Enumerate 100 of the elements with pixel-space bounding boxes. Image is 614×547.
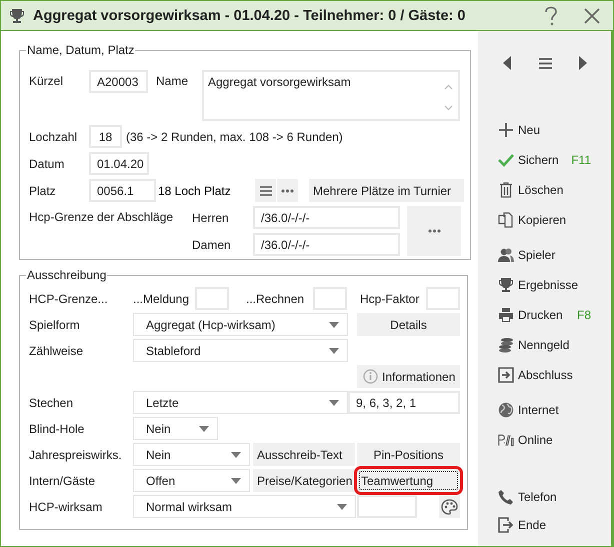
field-label: Hcp-Grenze der Abschläge xyxy=(29,210,174,224)
caret-icon xyxy=(231,478,241,484)
check-icon[interactable] xyxy=(498,152,514,168)
field-label: ...Rechnen xyxy=(246,292,306,306)
sidebar-item[interactable]: Sichern xyxy=(518,153,559,167)
dropdown-value: Aggregat (Hcp-wirksam) xyxy=(145,318,276,332)
input-field[interactable]: 9, 6, 3, 2, 1 xyxy=(348,391,460,414)
course-name: 18 Loch Platz xyxy=(158,184,232,198)
sidebar-item[interactable]: Ergebnisse xyxy=(518,278,578,292)
palette-button[interactable] xyxy=(439,495,460,518)
trophy-icon[interactable] xyxy=(498,277,514,293)
dropdown[interactable]: Normal wirksam xyxy=(133,495,356,518)
dropdown[interactable]: Aggregat (Hcp-wirksam) xyxy=(133,313,348,336)
copy-icon[interactable] xyxy=(498,212,514,228)
menu-button[interactable] xyxy=(255,179,276,202)
dropdown-value: Nein xyxy=(145,448,172,462)
slashes-icon[interactable] xyxy=(498,432,514,448)
more-button[interactable] xyxy=(277,179,298,202)
field-label: Datum xyxy=(29,156,66,170)
left-arrow-icon[interactable] xyxy=(503,56,511,70)
caret-icon xyxy=(199,426,209,432)
field-label: Platz xyxy=(29,184,57,198)
sidebar-item[interactable]: Internet xyxy=(518,403,559,417)
sidebar-item[interactable]: Telefon xyxy=(518,490,557,504)
sidebar-item[interactable]: Online xyxy=(518,433,553,447)
field-label: Zählweise xyxy=(29,344,84,358)
details-button[interactable]: Details xyxy=(357,313,460,336)
action-button[interactable]: Pin-Positions xyxy=(357,443,460,466)
field-label: Herren xyxy=(192,210,230,224)
input-field[interactable]: 0056.1 xyxy=(89,179,156,202)
info-icon xyxy=(363,369,378,384)
menu-icon[interactable] xyxy=(538,58,552,68)
sidebar-item[interactable]: Abschluss xyxy=(518,368,573,382)
phone-icon[interactable] xyxy=(498,489,514,505)
caret-icon xyxy=(329,322,339,328)
sidebar-item[interactable]: Drucken xyxy=(518,308,563,322)
people-icon[interactable] xyxy=(498,247,514,263)
input-field[interactable]: 18 xyxy=(89,125,122,148)
arrow-box-icon[interactable] xyxy=(498,367,514,383)
field-label: Lochzahl xyxy=(29,130,78,144)
caret-icon xyxy=(337,504,347,510)
action-button[interactable]: Preise/Kategorien xyxy=(253,469,355,492)
sidebar-item[interactable]: Kopieren xyxy=(518,213,566,227)
right-arrow-icon[interactable] xyxy=(579,56,587,70)
field-label: Blind-Hole xyxy=(29,422,86,436)
group-title: Ausschreibung xyxy=(26,268,108,282)
dropdown[interactable]: Stableford xyxy=(133,339,348,362)
info-button[interactable]: Informationen xyxy=(357,365,460,388)
sidebar-item[interactable]: Neu xyxy=(518,123,540,137)
caret-icon xyxy=(231,452,241,458)
dropdown-value: Offen xyxy=(145,474,176,488)
window-title: Aggregat vorsorgewirksam - 01.04.20 - Teilnehmer: 0 / Gäste: 0 xyxy=(33,8,466,24)
field-label: Damen xyxy=(192,238,232,252)
more-icon xyxy=(281,188,294,192)
field-label: HCP-Grenze... xyxy=(29,292,109,306)
input-field[interactable]: A20003 xyxy=(89,70,148,93)
dropdown-value: Stableford xyxy=(145,344,202,358)
exit-icon[interactable] xyxy=(498,517,514,533)
coins-icon[interactable] xyxy=(498,337,514,353)
trash-icon[interactable] xyxy=(498,182,514,198)
sidebar-item[interactable]: Ende xyxy=(518,518,546,532)
field-label: HCP-wirksam xyxy=(29,500,104,514)
input-field[interactable]: 01.04.20 xyxy=(89,152,149,175)
help-icon[interactable] xyxy=(543,6,559,26)
dropdown-value: Letzte xyxy=(145,396,180,410)
shortcut-key: F11 xyxy=(571,153,591,167)
group-title: Name, Datum, Platz xyxy=(26,43,136,57)
dropdown-value: Normal wirksam xyxy=(145,500,234,514)
field-value: Aggregat vorsorgewirksam xyxy=(208,75,351,89)
field-label: Name xyxy=(156,74,190,88)
courses-button[interactable]: Mehrere Plätze im Turnier xyxy=(309,179,464,202)
dropdown-value: Nein xyxy=(145,422,172,436)
caret-icon xyxy=(329,348,339,354)
dropdown[interactable]: Offen xyxy=(133,469,250,492)
field-label: Intern/Gäste xyxy=(29,474,96,488)
input-field[interactable] xyxy=(357,495,417,518)
input-field[interactable]: /36.0/-/-/- xyxy=(253,233,400,256)
dropdown[interactable]: Nein xyxy=(133,443,250,466)
globe-icon[interactable] xyxy=(498,402,514,418)
close-icon[interactable] xyxy=(583,6,601,24)
dropdown[interactable]: Letzte xyxy=(133,391,348,414)
printer-icon[interactable] xyxy=(498,307,514,323)
field-label: Jahrespreiswirks. xyxy=(29,448,123,462)
sidebar-item[interactable]: Löschen xyxy=(518,183,564,197)
field-label: Hcp-Faktor xyxy=(360,292,420,306)
caret-icon xyxy=(329,400,339,406)
action-button[interactable]: Teamwertung xyxy=(357,469,460,492)
action-button[interactable]: Ausschreib-Text xyxy=(253,443,355,466)
hint-text: (36 -> 2 Runden, max. 108 -> 6 Runden) xyxy=(126,130,343,144)
sidebar-item[interactable]: Spieler xyxy=(518,248,556,262)
field-label: Stechen xyxy=(29,396,74,410)
trophy-icon xyxy=(9,8,25,24)
field-label: Kürzel xyxy=(29,74,64,88)
field-label: ...Meldung xyxy=(133,292,190,306)
dropdown[interactable]: Nein xyxy=(133,417,218,440)
sidebar-item[interactable]: Nenngeld xyxy=(518,338,570,352)
plus-icon[interactable] xyxy=(498,122,514,138)
input-field[interactable]: /36.0/-/-/- xyxy=(253,206,400,229)
palette-icon xyxy=(441,498,458,514)
shortcut-key: F8 xyxy=(576,308,591,322)
